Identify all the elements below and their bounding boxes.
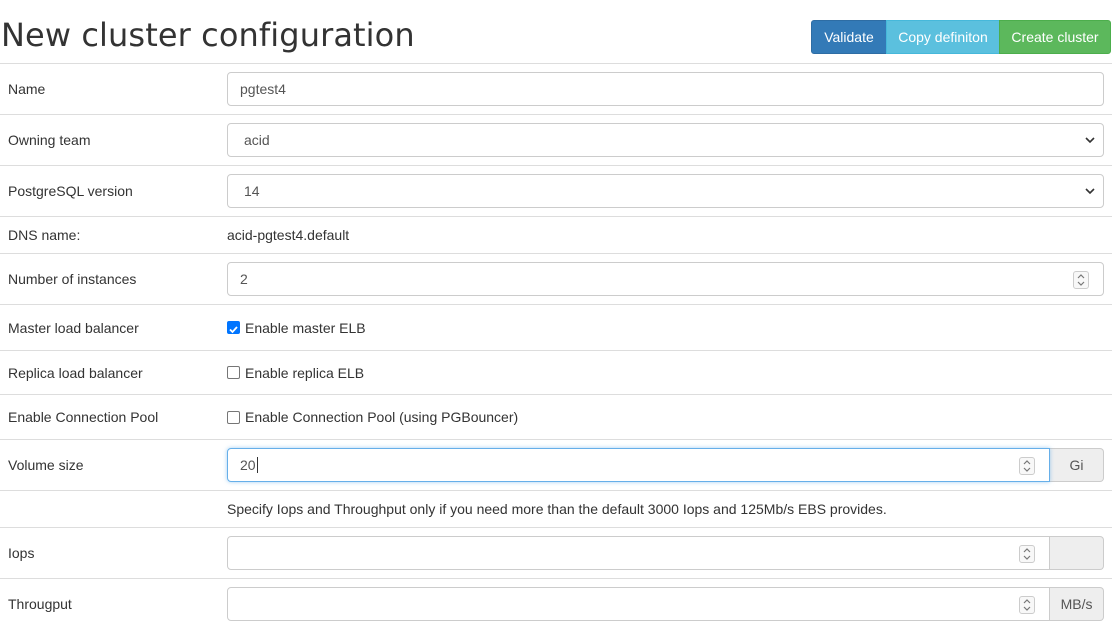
spinner-icon[interactable] <box>1019 457 1036 475</box>
master-elb-checkbox[interactable] <box>227 321 240 334</box>
iops-input[interactable] <box>227 536 1051 570</box>
validate-button[interactable]: Validate <box>811 20 887 54</box>
pool-label: Enable Connection Pool <box>0 394 227 440</box>
spinner-icon[interactable] <box>1019 545 1036 563</box>
iops-label: Iops <box>0 527 227 579</box>
version-value: 14 <box>244 183 260 199</box>
connection-pool-checkbox[interactable] <box>227 410 240 424</box>
form-row-version: PostgreSQL version 14 <box>0 165 1112 217</box>
master-lb-label: Master load balancer <box>0 304 227 351</box>
form-row-throughput: Througput MB/s <box>0 578 1112 629</box>
volume-label: Volume size <box>0 439 227 491</box>
volume-size-input[interactable]: 20 <box>227 448 1051 482</box>
throughput-input[interactable] <box>227 586 1051 621</box>
chevron-down-icon <box>1085 188 1095 195</box>
team-value: acid <box>244 132 270 148</box>
form-row-hint: Specify Iops and Throughput only if you … <box>0 490 1112 528</box>
connection-pool-option[interactable]: Enable Connection Pool (using PGBouncer) <box>245 409 518 425</box>
check-icon <box>229 326 238 334</box>
volume-value: 20 <box>240 457 256 473</box>
form-row-name: Name pgtest4 <box>0 63 1112 115</box>
spinner-icon[interactable] <box>1019 595 1036 614</box>
copy-definition-button[interactable]: Copy definiton <box>886 20 1000 54</box>
create-cluster-button[interactable]: Create cluster <box>999 20 1111 54</box>
spinner-icon[interactable] <box>1073 271 1089 289</box>
iops-hint-text: Specify Iops and Throughput only if you … <box>227 501 887 517</box>
throughput-label: Througput <box>0 578 227 629</box>
form-row-team: Owning team acid <box>0 114 1112 166</box>
version-label: PostgreSQL version <box>0 165 227 217</box>
instances-label: Number of instances <box>0 253 227 305</box>
instances-input[interactable]: 2 <box>227 262 1104 296</box>
form-row-pool: Enable Connection Pool Enable Connection… <box>0 394 1112 440</box>
form-row-master-lb: Master load balancer Enable master ELB <box>0 304 1112 351</box>
form-row-volume: Volume size 20 Gi <box>0 439 1112 491</box>
team-label: Owning team <box>0 114 227 166</box>
team-select[interactable]: acid <box>227 123 1104 157</box>
action-buttons: Validate Copy definiton Create cluster <box>811 20 1111 54</box>
form-row-instances: Number of instances 2 <box>0 253 1112 305</box>
dns-value: acid-pgtest4.default <box>227 227 350 243</box>
form-row-dns: DNS name: acid-pgtest4.default <box>0 216 1112 254</box>
chevron-down-icon <box>1085 137 1095 144</box>
page-title: New cluster configuration <box>1 16 415 54</box>
replica-lb-label: Replica load balancer <box>0 350 227 395</box>
dns-label: DNS name: <box>0 216 227 254</box>
master-elb-option[interactable]: Enable master ELB <box>245 320 366 336</box>
version-select[interactable]: 14 <box>227 174 1104 208</box>
form-row-replica-lb: Replica load balancer Enable replica ELB <box>0 350 1112 395</box>
text-caret <box>256 457 258 473</box>
name-value: pgtest4 <box>240 81 286 97</box>
name-input[interactable]: pgtest4 <box>227 72 1104 106</box>
form-row-iops: Iops <box>0 527 1112 579</box>
replica-elb-checkbox[interactable] <box>227 366 240 379</box>
volume-unit-addon: Gi <box>1050 448 1104 482</box>
throughput-unit-addon: MB/s <box>1050 586 1104 621</box>
cluster-form: Name pgtest4 Owning team acid PostgreSQL… <box>0 63 1112 629</box>
instances-value: 2 <box>240 271 248 287</box>
replica-elb-option[interactable]: Enable replica ELB <box>245 365 364 381</box>
name-label: Name <box>0 63 227 115</box>
iops-unit-addon <box>1050 536 1104 570</box>
